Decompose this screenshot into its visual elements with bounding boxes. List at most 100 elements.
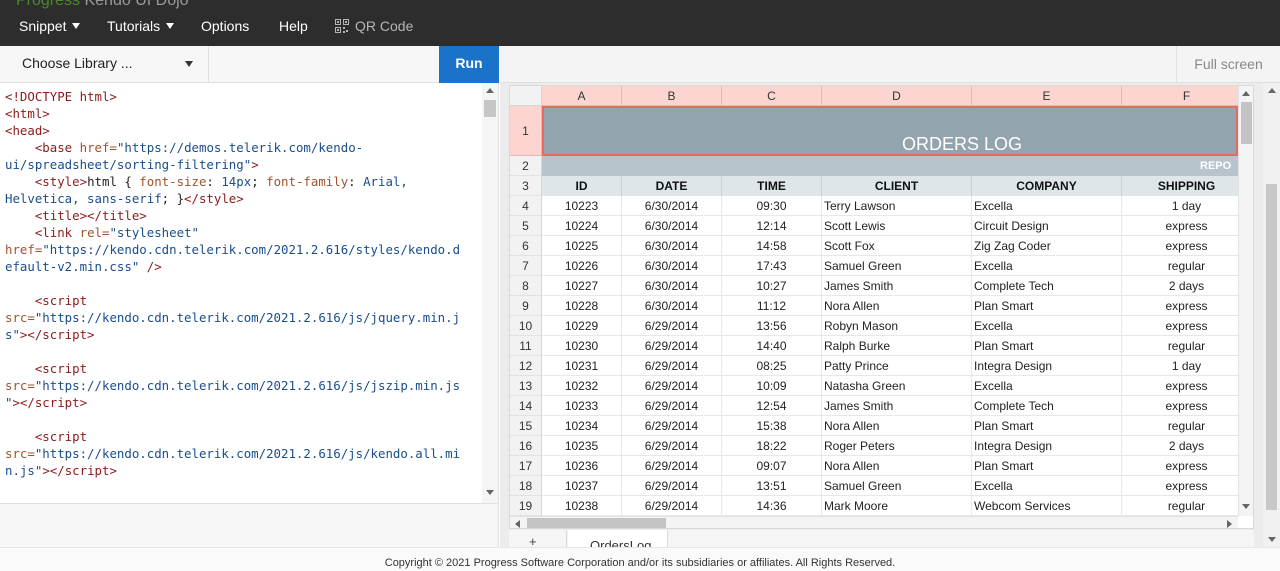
sheet-tab-orderslog[interactable]: OrdersLog [568,530,668,547]
cell-id[interactable]: 10238 [542,496,622,516]
cell-shipping[interactable]: regular [1122,416,1238,436]
cell-id[interactable]: 10226 [542,256,622,276]
header-cell-shipping[interactable]: SHIPPING [1122,176,1238,196]
cell-company[interactable]: Complete Tech [972,276,1122,296]
code-editor-scroll-thumb[interactable] [484,100,496,117]
cell-company[interactable]: Plan Smart [972,456,1122,476]
header-cell-date[interactable]: DATE [622,176,722,196]
cell-id[interactable]: 10231 [542,356,622,376]
cell-company[interactable]: Complete Tech [972,396,1122,416]
cell-client[interactable]: Scott Fox [822,236,972,256]
row-header-1[interactable]: 1 [510,106,542,156]
cell-date[interactable]: 6/30/2014 [622,196,722,216]
cell-client[interactable]: Samuel Green [822,476,972,496]
row-header-18[interactable]: 18 [510,476,542,496]
cell-shipping[interactable]: regular [1122,336,1238,356]
report-band-cell[interactable]: REPO [542,156,1238,176]
code-editor-scrollbar[interactable] [482,83,498,503]
cell-date[interactable]: 6/30/2014 [622,276,722,296]
cell-id[interactable]: 10236 [542,456,622,476]
cell-time[interactable]: 14:36 [722,496,822,516]
cell-shipping[interactable]: express [1122,316,1238,336]
spreadsheet[interactable]: A B C D E F 1 2 3 4 5 6 7 8 9 10 11 12 1… [509,85,1254,529]
cell-company[interactable]: Circuit Design [972,216,1122,236]
spreadsheet-grid[interactable]: A B C D E F 1 2 3 4 5 6 7 8 9 10 11 12 1… [510,86,1238,516]
cell-date[interactable]: 6/29/2014 [622,396,722,416]
row-header-16[interactable]: 16 [510,436,542,456]
row-header-12[interactable]: 12 [510,356,542,376]
cell-time[interactable]: 15:38 [722,416,822,436]
row-header-7[interactable]: 7 [510,256,542,276]
cell-client[interactable]: Nora Allen [822,296,972,316]
cell-shipping[interactable]: 2 days [1122,436,1238,456]
cell-shipping[interactable]: express [1122,456,1238,476]
cell-shipping[interactable]: express [1122,476,1238,496]
cell-client[interactable]: Nora Allen [822,456,972,476]
column-header-d[interactable]: D [822,86,972,106]
cell-company[interactable]: Excella [972,376,1122,396]
cell-time[interactable]: 12:54 [722,396,822,416]
select-all-corner[interactable] [510,86,542,106]
scroll-up-icon[interactable] [1242,91,1250,96]
cell-shipping[interactable]: regular [1122,496,1238,516]
row-header-2[interactable]: 2 [510,156,542,176]
cell-company[interactable]: Excella [972,196,1122,216]
column-header-b[interactable]: B [622,86,722,106]
selected-title-cell[interactable]: ORDERS LOG [542,106,1238,156]
run-button[interactable]: Run [439,46,499,83]
cell-date[interactable]: 6/29/2014 [622,356,722,376]
row-header-14[interactable]: 14 [510,396,542,416]
cell-id[interactable]: 10225 [542,236,622,256]
full-screen-button[interactable]: Full screen [1176,46,1280,83]
cell-company[interactable]: Integra Design [972,356,1122,376]
scroll-up-icon[interactable] [1268,88,1276,93]
nav-snippet-menu[interactable]: Snippet [19,18,81,34]
row-header-4[interactable]: 4 [510,196,542,216]
cell-date[interactable]: 6/30/2014 [622,236,722,256]
cell-shipping[interactable]: express [1122,236,1238,256]
cell-id[interactable]: 10228 [542,296,622,316]
cell-date[interactable]: 6/29/2014 [622,416,722,436]
cell-client[interactable]: James Smith [822,396,972,416]
nav-options-link[interactable]: Options [201,18,249,34]
nav-tutorials-menu[interactable]: Tutorials [107,18,175,34]
cell-date[interactable]: 6/29/2014 [622,436,722,456]
row-header-5[interactable]: 5 [510,216,542,236]
cell-date[interactable]: 6/29/2014 [622,316,722,336]
row-header-3[interactable]: 3 [510,176,542,196]
choose-library-dropdown[interactable]: Choose Library ... [0,46,209,82]
cell-client[interactable]: Nora Allen [822,416,972,436]
cell-company[interactable]: Excella [972,476,1122,496]
scroll-up-icon[interactable] [486,88,494,93]
cell-company[interactable]: Webcom Services [972,496,1122,516]
row-header-17[interactable]: 17 [510,456,542,476]
cell-time[interactable]: 13:51 [722,476,822,496]
cell-shipping[interactable]: regular [1122,256,1238,276]
cell-date[interactable]: 6/29/2014 [622,456,722,476]
row-header-8[interactable]: 8 [510,276,542,296]
row-header-13[interactable]: 13 [510,376,542,396]
column-header-e[interactable]: E [972,86,1122,106]
cell-company[interactable]: Zig Zag Coder [972,236,1122,256]
cell-shipping[interactable]: 1 day [1122,356,1238,376]
cell-client[interactable]: Samuel Green [822,256,972,276]
header-cell-id[interactable]: ID [542,176,622,196]
cell-time[interactable]: 18:22 [722,436,822,456]
nav-help-link[interactable]: Help [279,18,308,34]
cell-time[interactable]: 10:09 [722,376,822,396]
cell-date[interactable]: 6/30/2014 [622,296,722,316]
cell-client[interactable]: Ralph Burke [822,336,972,356]
cell-id[interactable]: 10235 [542,436,622,456]
sheet-horizontal-scroll-thumb[interactable] [527,518,666,528]
row-header-11[interactable]: 11 [510,336,542,356]
cell-client[interactable]: Terry Lawson [822,196,972,216]
cell-time[interactable]: 09:07 [722,456,822,476]
header-cell-company[interactable]: COMPANY [972,176,1122,196]
cell-client[interactable]: Scott Lewis [822,216,972,236]
cell-time[interactable]: 17:43 [722,256,822,276]
cell-id[interactable]: 10233 [542,396,622,416]
column-header-c[interactable]: C [722,86,822,106]
cell-id[interactable]: 10224 [542,216,622,236]
cell-date[interactable]: 6/30/2014 [622,216,722,236]
cell-id[interactable]: 10229 [542,316,622,336]
